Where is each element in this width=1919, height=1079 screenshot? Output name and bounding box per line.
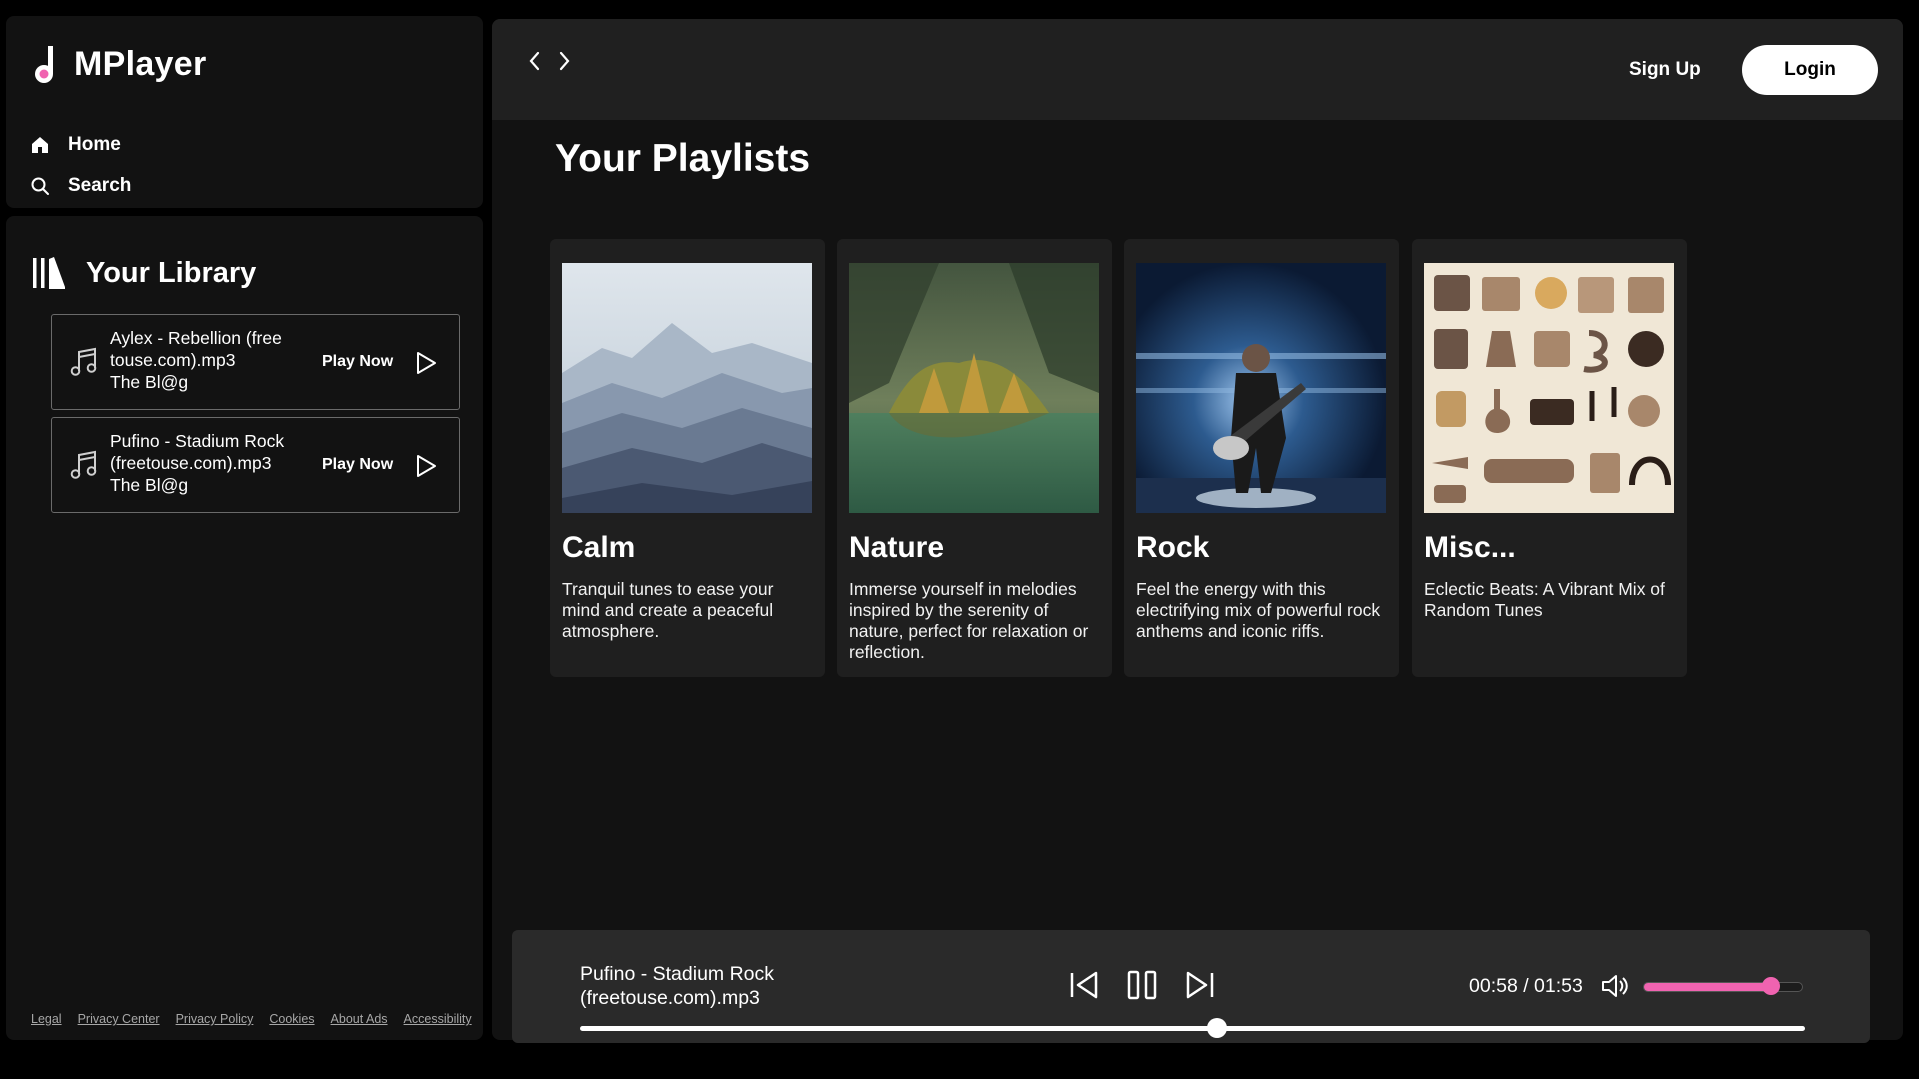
nav-search-label: Search <box>68 175 132 196</box>
playlist-card-title: Misc... <box>1424 531 1516 564</box>
signup-button[interactable]: Sign Up <box>1629 59 1701 81</box>
previous-track-icon[interactable] <box>1067 968 1101 1002</box>
play-now-label[interactable]: Play Now <box>322 456 393 474</box>
playlist-card-nature[interactable]: Nature Immerse yourself in melodies insp… <box>837 239 1112 677</box>
library-icon <box>33 257 65 289</box>
page-title: Your Playlists <box>555 137 811 180</box>
library-item-title: Pufino - Stadium Rock (freetouse.com).mp… <box>110 431 285 473</box>
library-header[interactable]: Your Library <box>32 256 256 290</box>
play-icon[interactable] <box>414 453 438 479</box>
library-item-text: Aylex - Rebellion (free touse.com).mp3 T… <box>110 327 310 393</box>
music-note-icon <box>35 46 53 83</box>
music-note-icon <box>70 450 97 479</box>
seek-bar-handle[interactable] <box>1207 1018 1227 1038</box>
playlist-card-misc[interactable]: Misc... Eclectic Beats: A Vibrant Mix of… <box>1412 239 1687 677</box>
sidebar-library-panel: Your Library Aylex - Rebellion (free tou… <box>6 216 483 1040</box>
chevron-left-icon[interactable] <box>524 49 546 73</box>
footer-links: Legal Privacy Center Privacy Policy Cook… <box>31 1012 472 1026</box>
play-now-label[interactable]: Play Now <box>322 353 393 371</box>
volume-level <box>1644 983 1771 991</box>
footer-link-about-ads[interactable]: About Ads <box>331 1012 388 1026</box>
playlist-cover-rock <box>1136 263 1386 513</box>
home-icon <box>32 137 48 153</box>
library-title: Your Library <box>86 256 257 289</box>
volume-icon[interactable] <box>1600 972 1630 1000</box>
playlist-card-calm[interactable]: Calm Tranquil tunes to ease your mind an… <box>550 239 825 677</box>
playlist-card-description: Immerse yourself in melodies inspired by… <box>849 579 1089 662</box>
footer-link-privacy-center[interactable]: Privacy Center <box>78 1012 160 1026</box>
footer-link-cookies[interactable]: Cookies <box>269 1012 314 1026</box>
library-item-text: Pufino - Stadium Rock (freetouse.com).mp… <box>110 430 310 496</box>
chevron-right-icon[interactable] <box>553 49 575 73</box>
volume-slider-handle[interactable] <box>1762 977 1780 995</box>
nav-search[interactable]: Search <box>30 175 131 197</box>
main-content: Sign Up Login Your Playlists Calm Tranqu… <box>492 19 1903 1040</box>
next-track-icon[interactable] <box>1183 968 1217 1002</box>
library-item-title: Aylex - Rebellion (free touse.com).mp3 <box>110 328 282 370</box>
nav-home-label: Home <box>68 134 121 155</box>
seek-bar[interactable] <box>580 1026 1805 1031</box>
footer-link-privacy-policy[interactable]: Privacy Policy <box>176 1012 254 1026</box>
time-display: 00:58 / 01:53 <box>1469 975 1583 997</box>
pause-icon[interactable] <box>1125 968 1159 1002</box>
nav-home[interactable]: Home <box>30 134 121 156</box>
play-icon[interactable] <box>414 350 438 376</box>
login-button[interactable]: Login <box>1742 45 1878 95</box>
footer-link-accessibility[interactable]: Accessibility <box>404 1012 472 1026</box>
playlist-cover-misc <box>1424 263 1674 513</box>
brand[interactable]: MPlayer <box>32 44 207 84</box>
library-item[interactable]: Aylex - Rebellion (free touse.com).mp3 T… <box>51 314 460 410</box>
footer-link-legal[interactable]: Legal <box>31 1012 62 1026</box>
sidebar-nav-panel: MPlayer Home Search <box>6 16 483 208</box>
now-playing-title: Pufino - Stadium Rock (freetouse.com).mp… <box>580 963 775 1009</box>
library-item[interactable]: Pufino - Stadium Rock (freetouse.com).mp… <box>51 417 460 513</box>
playlist-card-title: Calm <box>562 531 636 564</box>
playlist-cover-calm <box>562 263 812 513</box>
top-bar: Sign Up Login <box>492 19 1903 120</box>
playlist-cover-nature <box>849 263 1099 513</box>
playlist-card-title: Rock <box>1136 531 1210 564</box>
playlist-card-description: Eclectic Beats: A Vibrant Mix of Random … <box>1424 579 1665 620</box>
music-note-icon <box>70 347 97 376</box>
player-bar: Pufino - Stadium Rock (freetouse.com).mp… <box>512 930 1870 1043</box>
playlist-card-description: Feel the energy with this electrifying m… <box>1136 579 1381 641</box>
playlist-card-title: Nature <box>849 531 945 564</box>
search-icon <box>31 177 49 195</box>
library-item-artist: The Bl@g <box>110 372 189 392</box>
app-name: MPlayer <box>74 44 207 83</box>
library-item-artist: The Bl@g <box>110 475 189 495</box>
playlist-card-description: Tranquil tunes to ease your mind and cre… <box>562 579 774 641</box>
playlist-card-rock[interactable]: Rock Feel the energy with this electrify… <box>1124 239 1399 677</box>
